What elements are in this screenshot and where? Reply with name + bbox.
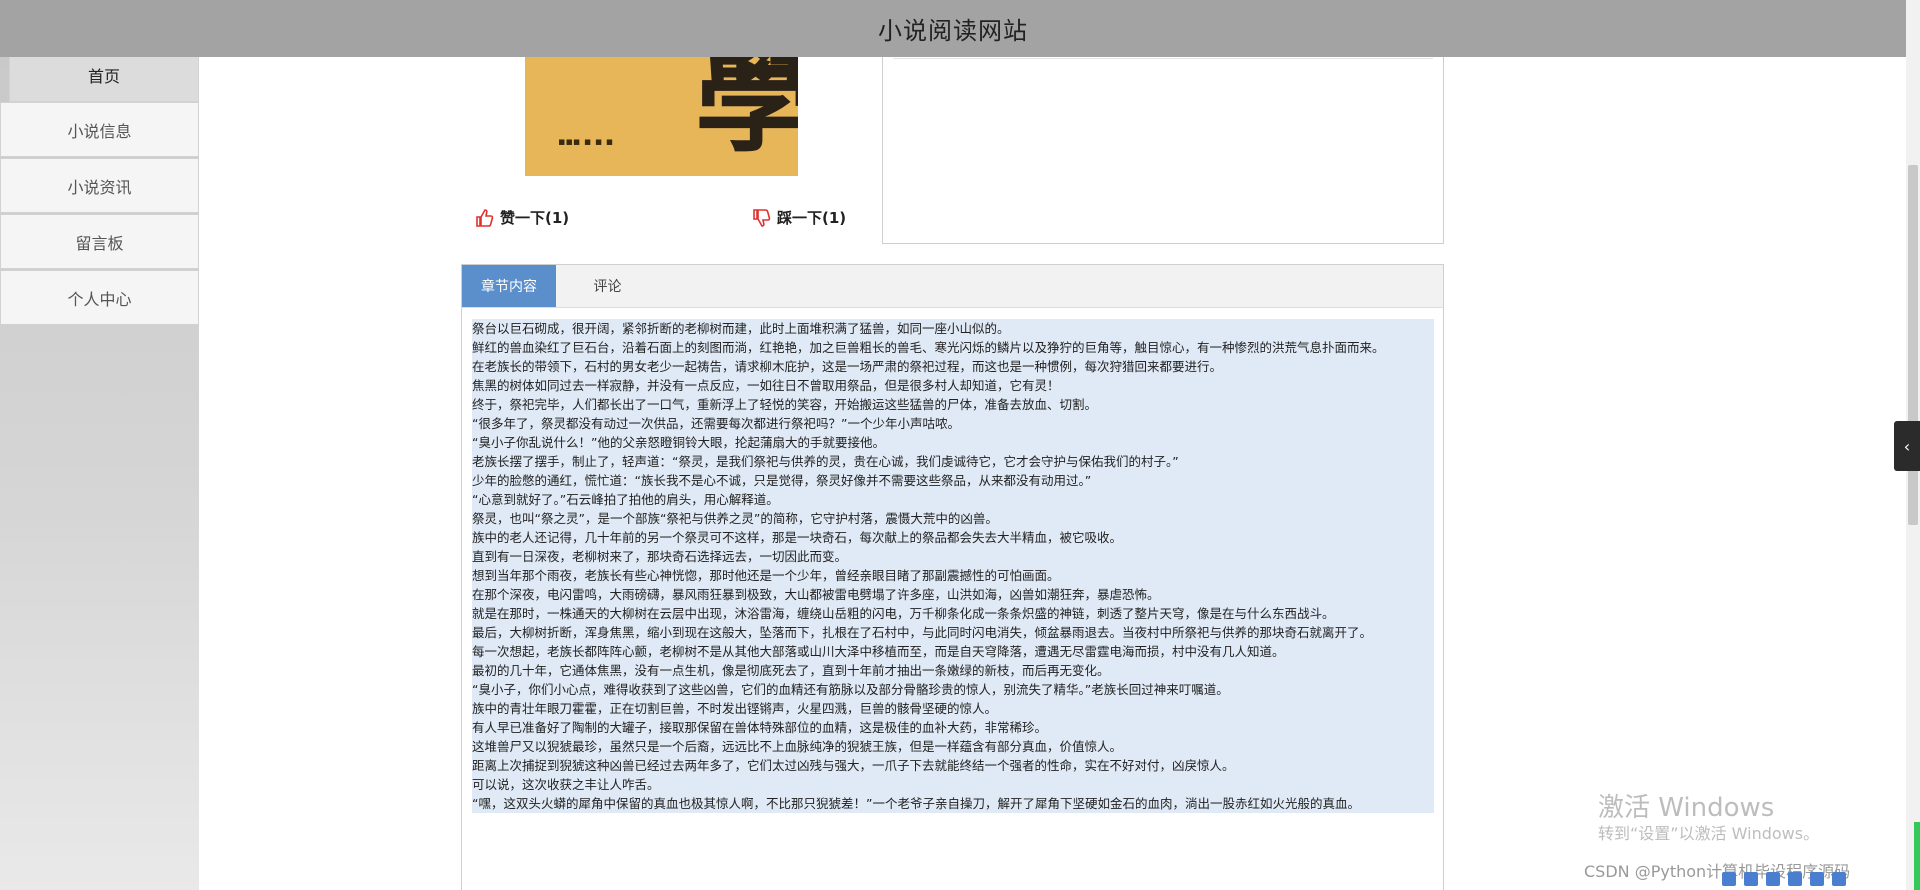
chapter-paragraph: 祭灵，也叫“祭之灵”，是一个部族“祭祀与供养之灵”的简称，它守护村落，震慑大荒中… (472, 509, 1434, 528)
nav-item-personal-center[interactable]: 个人中心 (0, 270, 199, 325)
chapter-paragraph: “心意到就好了。”石云峰拍了拍他的肩头，用心解释道。 (472, 490, 1434, 509)
tab-chapter-content[interactable]: 章节内容 (462, 265, 556, 307)
chapter-paragraph: 最初的几十年，它通体焦黑，没有一点生机，像是彻底死去了，直到十年前才抽出一条嫩绿… (472, 661, 1434, 680)
tray-icon[interactable] (1810, 872, 1824, 886)
thumbs-up-icon (476, 208, 494, 227)
chapter-paragraph: 鲜红的兽血染红了巨石台，沿着石面上的刻图而淌，红艳艳，加之巨兽粗长的兽毛、寒光闪… (472, 338, 1434, 357)
thumbs-down-icon (753, 208, 771, 227)
chapter-paragraph: 有人早已准备好了陶制的大罐子，接取那保留在兽体特殊部位的血精，这是极佳的血补大药… (472, 718, 1434, 737)
tray-icon[interactable] (1788, 872, 1802, 886)
chapter-paragraph: 直到有一日深夜，老柳树来了，那块奇石选择远去，一切因此而变。 (472, 547, 1434, 566)
windows-activation-watermark: 激活 Windows 转到“设置”以激活 Windows。 (1598, 793, 1819, 845)
chapter-paragraph: 终于，祭祀完毕，人们都长出了一口气，重新浮上了轻悦的笑容，开始搬运这些猛兽的尸体… (472, 395, 1434, 414)
chapter-paragraph: 每一次想起，老族长都阵阵心颤，老柳树不是从其他大部落或山川大泽中移植而至，而是自… (472, 642, 1434, 661)
chapter-paragraph: 焦黑的树体如同过去一样寂静，并没有一点反应，一如往日不曾取用祭品，但是很多村人却… (472, 376, 1434, 395)
cover-calligraphy: 學 (695, 57, 798, 169)
chapter-paragraph: “臭小子你乱说什么！”他的父亲怒瞪铜铃大眼，抡起蒲扇大的手就要接他。 (472, 433, 1434, 452)
chapter-paragraph: 少年的脸憋的通红，慌忙道：“族长我不是心不诚，只是觉得，祭灵好像并不需要这些祭品… (472, 471, 1434, 490)
chapter-paragraph: “很多年了，祭灵都没有动过一次供品，还需要每次都进行祭祀吗？”一个少年小声咕哝。 (472, 414, 1434, 433)
tray-icon[interactable] (1744, 872, 1758, 886)
tray-icon[interactable] (1832, 872, 1846, 886)
like-label: 赞一下(1) (500, 209, 570, 227)
chapter-paragraph: 可以说，这次收获之丰让人咋舌。 (472, 775, 1434, 794)
chapter-paragraph: 距离上次捕捉到猊猇这种凶兽已经过去两年多了，它们太过凶残与强大，一爪子下去就能终… (472, 756, 1434, 775)
tab-comments[interactable]: 评论 (556, 265, 659, 307)
chapter-paragraph: 在那个深夜，电闪雷鸣，大雨磅礴，暴风雨狂暴到极致，大山都被雷电劈塌了许多座，山洪… (472, 585, 1434, 604)
sidebar: 首页 小说信息 小说资讯 留言板 个人中心 (0, 47, 199, 890)
book-cover-image: 台 學 ▪▪▪ ▪ ▪ ▪ (525, 57, 798, 176)
chapter-paragraph: 想到当年那个雨夜，老族长有些心神恍惚，那时他还是一个少年，曾经亲眼目睹了那副震撼… (472, 566, 1434, 585)
nav-item-message-board[interactable]: 留言板 (0, 214, 199, 269)
dislike-button[interactable]: 踩一下(1) (751, 207, 846, 228)
chapter-paragraph: 这堆兽尸又以猊猇最珍，虽然只是一个后裔，远远比不上血脉纯净的猊猇王族，但是一样蕴… (472, 737, 1434, 756)
system-tray (1722, 872, 1846, 890)
scroll-indicator (1914, 822, 1920, 890)
book-info-panel (882, 55, 1444, 244)
tray-icon[interactable] (1766, 872, 1780, 886)
info-divider (893, 58, 1433, 59)
dislike-label: 踩一下(1) (777, 209, 847, 227)
tray-icon[interactable] (1722, 872, 1736, 886)
activation-subtitle: 转到“设置”以激活 Windows。 (1598, 824, 1820, 843)
chapter-paragraph: 老族长摆了摆手，制止了，轻声道：“祭灵，是我们祭祀与供养的灵，贵在心诚，我们虔诚… (472, 452, 1434, 471)
scrollbar-thumb[interactable] (1908, 165, 1918, 525)
chapter-paragraph: “臭小子，你们小心点，难得收获到了这些凶兽，它们的血精还有筋脉以及部分骨骼珍贵的… (472, 680, 1434, 699)
chevron-left-icon[interactable]: ‹ (1894, 421, 1920, 471)
chapter-paragraph: “嘿，这双头火蟒的犀角中保留的真血也极其惊人啊，不比那只猊猇差！”一个老爷子亲自… (472, 794, 1434, 813)
chapter-text: 祭台以巨石砌成，很开阔，紧邻折断的老柳树而建，此时上面堆积满了猛兽，如同一座小山… (472, 319, 1434, 813)
tab-bar: 章节内容 评论 (462, 265, 1443, 308)
nav-item-novel-news[interactable]: 小说资讯 (0, 158, 199, 213)
chapter-paragraph: 就是在那时，一株通天的大柳树在云层中出现，沐浴雷海，缠绕山岳粗的闪电，万千柳条化… (472, 604, 1434, 623)
chapter-paragraph: 祭台以巨石砌成，很开阔，紧邻折断的老柳树而建，此时上面堆积满了猛兽，如同一座小山… (472, 319, 1434, 338)
activation-title: 激活 Windows (1598, 793, 1775, 823)
chapter-panel: 章节内容 评论 祭台以巨石砌成，很开阔，紧邻折断的老柳树而建，此时上面堆积满了猛… (461, 264, 1444, 890)
chapter-paragraph: 在老族长的带领下，石村的男女老少一起祷告，请求柳木庇护，这是一场严肃的祭祀过程，… (472, 357, 1434, 376)
chapter-paragraph: 最后，大柳树折断，浑身焦黑，缩小到现在这般大，坠落而下，扎根在了石村中，与此同时… (472, 623, 1434, 642)
nav-item-novel-info[interactable]: 小说信息 (0, 102, 199, 157)
site-title: 小说阅读网站 (878, 17, 1028, 45)
chapter-paragraph: 族中的老人还记得，几十年前的另一个祭灵可不这样，那是一块奇石，每次献上的祭品都会… (472, 528, 1434, 547)
chapter-paragraph: 族中的青壮年眼刀霍霍，正在切割巨兽，不时发出铿锵声，火星四溅，巨兽的骸骨坚硬的惊… (472, 699, 1434, 718)
like-button[interactable]: 赞一下(1) (474, 207, 569, 228)
cover-small-mark: ▪▪▪ ▪ ▪ ▪ (558, 135, 614, 148)
site-header: 小说阅读网站 (0, 0, 1906, 57)
